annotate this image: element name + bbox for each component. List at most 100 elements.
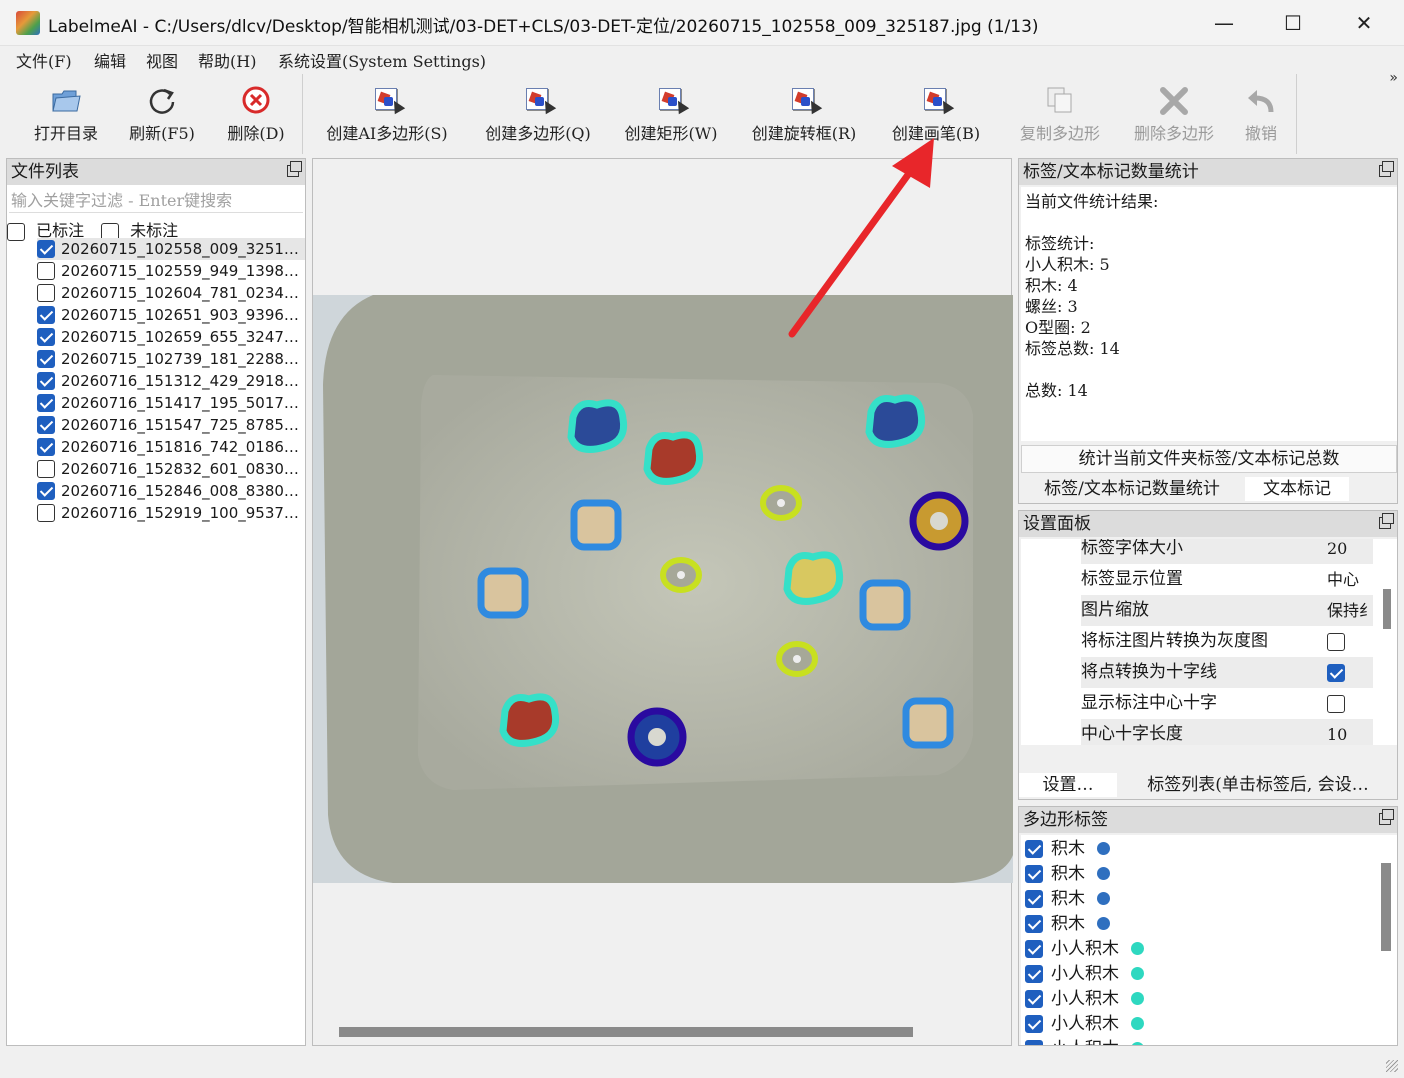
polygon-visible-checkbox[interactable] [1025, 964, 1043, 983]
file-checkbox[interactable] [37, 327, 55, 346]
create-polygon-button[interactable]: 创建多边形(Q) [476, 74, 600, 154]
delete-file-button[interactable]: 删除(D) [216, 74, 296, 154]
file-filter-input[interactable] [9, 189, 303, 213]
menu-help[interactable]: 帮助(H) [198, 48, 256, 72]
float-panel-icon[interactable] [287, 161, 302, 177]
file-list-item[interactable]: 20260715_102651_903_9396… [37, 304, 305, 326]
file-list-item[interactable]: 20260715_102559_949_1398… [37, 260, 305, 282]
settings-value[interactable] [1327, 688, 1345, 719]
file-list-item[interactable]: 20260716_151547_725_8785… [37, 414, 305, 436]
minimize-button[interactable]: — [1190, 0, 1258, 46]
tab-text-marks[interactable]: 文本标记 [1245, 477, 1349, 501]
title-bar: LabelmeAI - C:/Users/dlcv/Desktop/智能相机测试… [0, 0, 1404, 46]
polygon-list-scrollbar[interactable] [1381, 863, 1391, 951]
polygon-label-item[interactable]: 积木 [1025, 887, 1110, 912]
file-checkbox[interactable] [37, 305, 55, 324]
resize-grip-icon[interactable] [1386, 1060, 1398, 1072]
file-checkbox[interactable] [37, 437, 55, 456]
settings-row[interactable]: 将标注图片转换为灰度图 [1081, 626, 1373, 657]
settings-value[interactable] [1327, 657, 1345, 688]
polygon-visible-checkbox[interactable] [1025, 1039, 1043, 1045]
polygon-visible-checkbox[interactable] [1025, 1014, 1043, 1033]
file-list-item[interactable]: 20260715_102659_655_3247… [37, 326, 305, 348]
file-list-item[interactable]: 20260716_151816_742_0186… [37, 436, 305, 458]
file-checkbox[interactable] [37, 371, 55, 390]
refresh-button[interactable]: 刷新(F5) [122, 74, 202, 154]
settings-checkbox[interactable] [1327, 694, 1345, 713]
settings-checkbox[interactable] [1327, 663, 1345, 682]
canvas-horizontal-scrollbar[interactable] [339, 1027, 913, 1037]
file-name: 20260715_102651_903_9396… [61, 306, 299, 324]
polygon-label-item[interactable]: 小人积木 [1025, 1037, 1144, 1045]
file-checkbox[interactable] [37, 393, 55, 412]
settings-value[interactable] [1327, 626, 1345, 657]
polygon-label-item[interactable]: 小人积木 [1025, 962, 1144, 987]
polygon-label-item[interactable]: 小人积木 [1025, 987, 1144, 1012]
settings-row[interactable]: 显示标注中心十字 [1081, 688, 1373, 719]
maximize-button[interactable]: ☐ [1259, 0, 1327, 46]
polygon-visible-checkbox[interactable] [1025, 914, 1043, 933]
delete-polygon-button[interactable]: 删除多边形 [1124, 74, 1224, 154]
file-list-item[interactable]: 20260715_102558_009_3251… [37, 238, 305, 260]
create-ai-polygon-button[interactable]: 创建AI多边形(S) [312, 74, 462, 154]
file-list-item[interactable]: 20260715_102604_781_0234… [37, 282, 305, 304]
copy-polygon-button[interactable]: 复制多边形 [1010, 74, 1110, 154]
polygon-label-item[interactable]: 积木 [1025, 837, 1110, 862]
file-checkbox[interactable] [37, 415, 55, 434]
float-panel-icon[interactable] [1379, 161, 1394, 177]
polygon-label-item[interactable]: 小人积木 [1025, 937, 1144, 962]
file-checkbox[interactable] [37, 503, 55, 522]
close-button[interactable]: ✕ [1330, 0, 1398, 46]
polygon-visible-checkbox[interactable] [1025, 989, 1043, 1008]
file-checkbox[interactable] [37, 459, 55, 478]
toolbar-overflow-button[interactable]: » [1389, 70, 1398, 86]
settings-value[interactable]: 10 [1327, 719, 1347, 745]
polygon-visible-checkbox[interactable] [1025, 889, 1043, 908]
file-list-item[interactable]: 20260716_152846_008_8380… [37, 480, 305, 502]
file-list-item[interactable]: 20260716_151417_195_5017… [37, 392, 305, 414]
file-checkbox[interactable] [37, 239, 55, 258]
file-checkbox[interactable] [37, 283, 55, 302]
polygon-label-item[interactable]: 积木 [1025, 912, 1110, 937]
settings-value[interactable]: 保持纟 [1327, 595, 1375, 626]
create-rectangle-button[interactable]: 创建矩形(W) [614, 74, 728, 154]
file-list-item[interactable]: 20260716_152919_100_9537… [37, 502, 305, 524]
count-folder-labels-button[interactable]: 统计当前文件夹标签/文本标记总数 [1021, 445, 1397, 473]
settings-value[interactable]: 20 [1327, 539, 1347, 564]
block-annotation [477, 567, 529, 619]
settings-row[interactable]: 标签字体大小 20 [1081, 539, 1373, 564]
settings-checkbox[interactable] [1327, 632, 1345, 651]
float-panel-icon[interactable] [1379, 513, 1394, 529]
open-dir-button[interactable]: 打开目录 [20, 74, 112, 154]
menu-file[interactable]: 文件(F) [16, 48, 72, 72]
settings-row[interactable]: 将点转换为十字线 [1081, 657, 1373, 688]
menu-system-settings[interactable]: 系统设置(System Settings) [278, 48, 486, 72]
settings-row[interactable]: 标签显示位置 中心 [1081, 564, 1373, 595]
tab-label-stats[interactable]: 标签/文本标记数量统计 [1019, 477, 1245, 501]
labeled-checkbox[interactable] [7, 222, 25, 241]
settings-row[interactable]: 中心十字长度 10 [1081, 719, 1373, 745]
tab-settings[interactable]: 设置… [1019, 773, 1117, 797]
float-panel-icon[interactable] [1379, 809, 1394, 825]
file-checkbox[interactable] [37, 481, 55, 500]
polygon-visible-checkbox[interactable] [1025, 839, 1043, 858]
settings-vertical-scrollbar[interactable] [1383, 589, 1391, 629]
menu-edit[interactable]: 编辑 [94, 48, 126, 72]
file-checkbox[interactable] [37, 261, 55, 280]
polygon-visible-checkbox[interactable] [1025, 864, 1043, 883]
tab-label-list[interactable]: 标签列表(单击标签后, 会设… [1119, 773, 1397, 797]
menu-view[interactable]: 视图 [146, 48, 178, 72]
label-stats-panel: 标签/文本标记数量统计 当前文件统计结果: 标签统计: 小人积木: 5 积木: 4 螺丝… [1018, 158, 1398, 504]
file-list-item[interactable]: 20260716_151312_429_2918… [37, 370, 305, 392]
menu-bar: 文件(F) 编辑 视图 帮助(H) 系统设置(System Settings) [0, 46, 1404, 72]
file-list-item[interactable]: 20260716_152832_601_0830… [37, 458, 305, 480]
polygon-label-item[interactable]: 积木 [1025, 862, 1110, 887]
polygon-visible-checkbox[interactable] [1025, 939, 1043, 958]
annotated-image[interactable] [313, 295, 1013, 883]
undo-button[interactable]: 撤销 [1238, 74, 1284, 154]
settings-row[interactable]: 图片缩放 保持纟 [1081, 595, 1375, 626]
file-list-item[interactable]: 20260715_102739_181_2288… [37, 348, 305, 370]
file-checkbox[interactable] [37, 349, 55, 368]
polygon-label-item[interactable]: 小人积木 [1025, 1012, 1144, 1037]
settings-value[interactable]: 中心 [1327, 564, 1359, 595]
